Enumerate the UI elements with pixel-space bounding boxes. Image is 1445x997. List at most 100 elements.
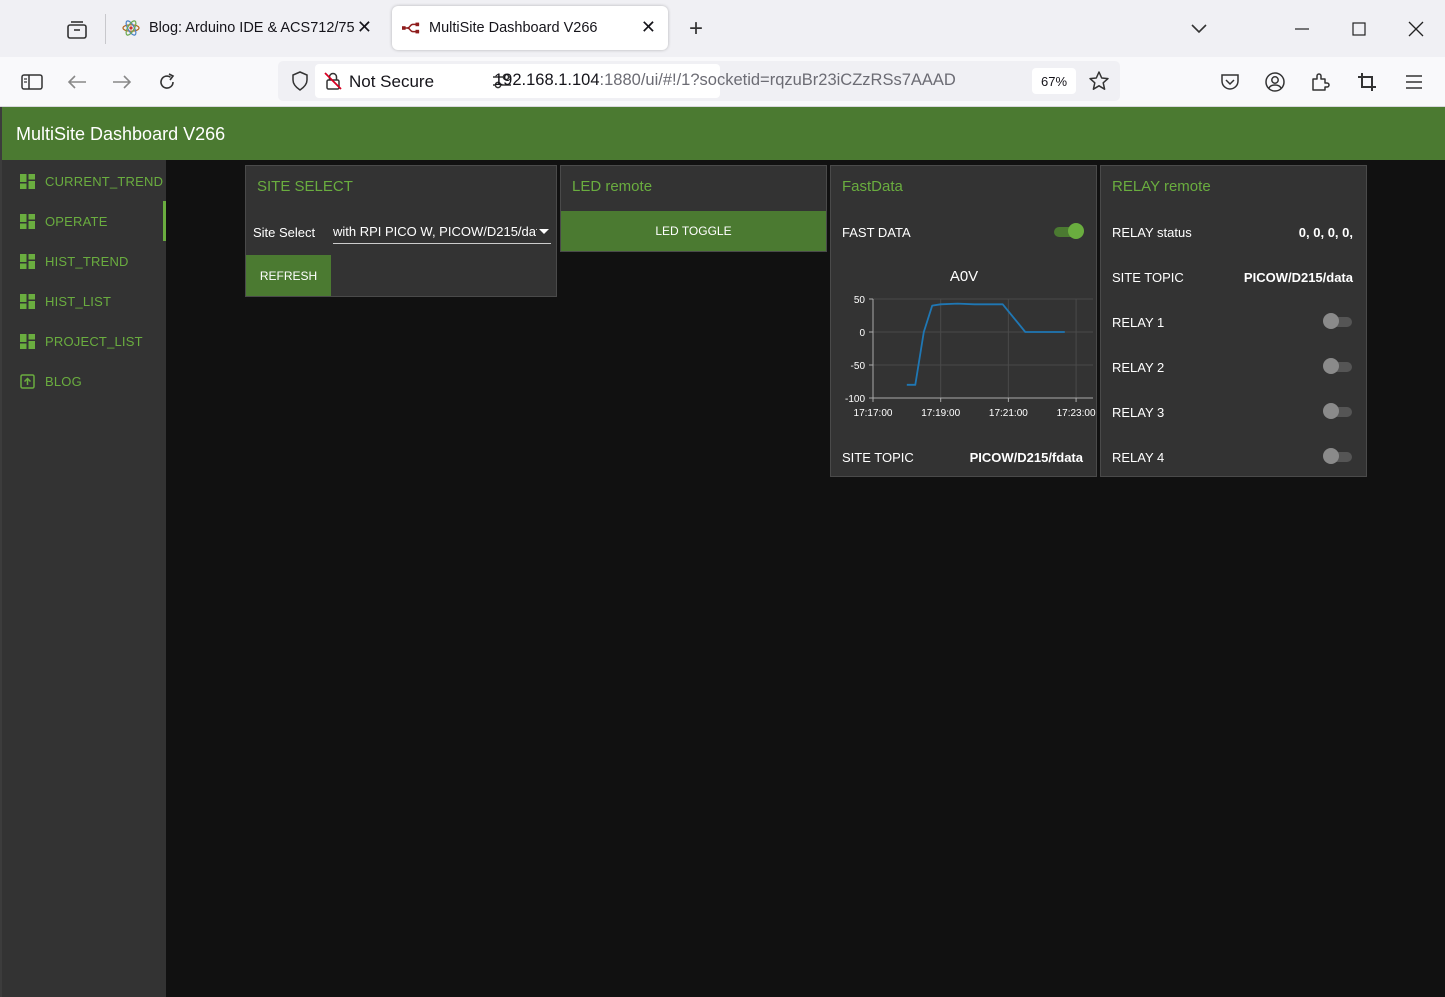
open-in-new-icon [20,374,35,389]
refresh-button[interactable]: REFRESH [246,255,331,296]
relay-4-switch[interactable] [1323,448,1354,464]
sidebar-item-label: PROJECT_LIST [45,334,143,349]
relay-2-switch[interactable] [1323,358,1354,374]
relay-3-switch[interactable] [1323,403,1354,419]
site-topic-value: PICOW/D215/fdata [969,450,1083,465]
relay-3-label: RELAY 3 [1112,405,1165,420]
x-tick-label: 17:19:00 [921,408,960,419]
site-topic-label: SITE TOPIC [1112,270,1184,285]
x-tick-label: 17:21:00 [989,408,1028,419]
close-tab-icon[interactable]: ✕ [641,17,656,38]
dropdown-arrow-icon [539,229,549,234]
site-select-dropdown[interactable]: with RPI PICO W, PICOW/D215/data [333,222,551,244]
switch-knob [1323,313,1339,329]
sidebar-item-label: HIST_LIST [45,294,112,309]
switch-knob [1068,223,1084,239]
back-arrow-icon[interactable] [62,68,92,96]
active-indicator [163,201,166,241]
sidebar-item-operate[interactable]: OPERATE [2,201,166,241]
site-select-value: with RPI PICO W, PICOW/D215/data [333,224,537,239]
close-window-icon[interactable] [1396,14,1436,44]
switch-knob [1323,448,1339,464]
node-red-favicon-icon [402,19,420,37]
a0v-line-chart: 50 0 -50 -100 17:17:00 17:19:00 17:21:00 17:23:… [845,295,1096,419]
tab-list-icon[interactable] [62,16,92,44]
relay-2-label: RELAY 2 [1112,360,1165,375]
card-title: RELAY remote [1112,178,1211,195]
sidebar-item-hist-list[interactable]: HIST_LIST [2,281,166,321]
sidebar-item-label: CURRENT_TREND [45,174,164,189]
insecure-lock-icon [324,72,342,90]
dashboard-icon [20,334,35,349]
led-toggle-button[interactable]: LED TOGGLE [561,211,826,251]
chevron-down-icon[interactable] [1179,14,1219,44]
tracking-shield-icon[interactable] [286,67,314,95]
relay-status-value: 0, 0, 0, 0, [1298,225,1353,240]
zoom-level-button[interactable]: 67% [1032,68,1076,94]
sidebar-toggle-icon[interactable] [17,68,47,96]
y-tick-label: -50 [851,361,866,372]
x-tick-label: 17:23:00 [1057,408,1096,419]
sidebar-item-label: HIST_TREND [45,254,129,269]
pocket-icon[interactable] [1215,68,1245,96]
led-remote-card: LED remote LED TOGGLE [560,165,827,252]
sidebar-item-current-trend[interactable]: CURRENT_TREND [2,161,166,201]
bookmark-star-icon[interactable] [1086,69,1112,93]
relay-1-label: RELAY 1 [1112,315,1165,330]
tab-separator [105,14,106,44]
minimize-icon[interactable] [1282,14,1322,44]
dashboard-sidebar: CURRENT_TREND OPERATE HIST_TREND HIST_LI… [2,160,166,997]
url-bar[interactable]: Not Secure 192.168.1.104:1880/ui/#!/1?so… [278,61,1120,101]
url-text[interactable]: 192.168.1.104:1880/ui/#!/1?socketid=rqzu… [494,71,956,90]
forward-arrow-icon[interactable] [107,68,137,96]
tab-title: MultiSite Dashboard V266 [429,20,598,36]
site-select-label: Site Select [253,225,316,240]
browser-nav-bar: Not Secure 192.168.1.104:1880/ui/#!/1?so… [0,57,1445,107]
hamburger-menu-icon[interactable] [1399,68,1429,96]
new-tab-icon[interactable]: + [684,14,708,44]
dashboard-icon [20,254,35,269]
sidebar-item-label: OPERATE [45,214,108,229]
tab-blog[interactable]: Blog: Arduino IDE & ACS712/75 ✕ [108,6,384,50]
sidebar-item-blog[interactable]: BLOG [2,361,166,401]
dashboard-header: MultiSite Dashboard V266 [2,107,1445,160]
card-title: FastData [842,178,903,195]
site-select-card: SITE SELECT Site Select with RPI PICO W,… [245,165,557,297]
dashboard-icon [20,214,35,229]
site-topic-label: SITE TOPIC [842,450,914,465]
tab-title: Blog: Arduino IDE & ACS712/75 [149,20,355,36]
relay-remote-card: RELAY remote RELAY status 0, 0, 0, 0, SI… [1100,165,1367,477]
reload-icon[interactable] [152,68,182,96]
dashboard-icon [20,174,35,189]
sidebar-item-hist-trend[interactable]: HIST_TREND [2,241,166,281]
url-host: 192.168.1.104 [494,71,600,89]
not-secure-label: Not Secure [349,72,435,91]
fastdata-card: FastData FAST DATA A0V 50 0 -50 -100 17:17:0… [830,165,1097,477]
relay-4-label: RELAY 4 [1112,450,1165,465]
switch-knob [1323,358,1339,374]
card-title: LED remote [572,178,653,195]
sidebar-item-project-list[interactable]: PROJECT_LIST [2,321,166,361]
url-path: :1880/ui/#!/1?socketid=rqzuBr23iCZzRSs7A… [599,71,956,89]
site-topic-value: PICOW/D215/data [1243,270,1353,285]
relay-1-switch[interactable] [1323,313,1354,329]
x-tick-label: 17:17:00 [854,408,893,419]
account-icon[interactable] [1260,68,1290,96]
fast-data-switch[interactable] [1054,223,1084,239]
fast-data-switch-label: FAST DATA [842,225,911,240]
tab-dashboard[interactable]: MultiSite Dashboard V266 ✕ [392,6,668,50]
y-tick-label: -100 [845,394,865,405]
y-tick-label: 50 [854,295,866,306]
extensions-icon[interactable] [1305,68,1335,96]
switch-knob [1323,403,1339,419]
maximize-icon[interactable] [1339,14,1379,44]
atom-favicon-icon [122,19,140,37]
crop-screenshot-icon[interactable] [1352,68,1382,96]
series-line-1 [906,302,1065,386]
close-tab-icon[interactable]: ✕ [357,17,372,38]
dashboard-icon [20,294,35,309]
chart-title: A0V [949,268,979,285]
relay-status-label: RELAY status [1112,225,1192,240]
browser-tab-bar: Blog: Arduino IDE & ACS712/75 ✕ MultiSit… [0,0,1445,57]
y-tick-label: 0 [859,328,865,339]
